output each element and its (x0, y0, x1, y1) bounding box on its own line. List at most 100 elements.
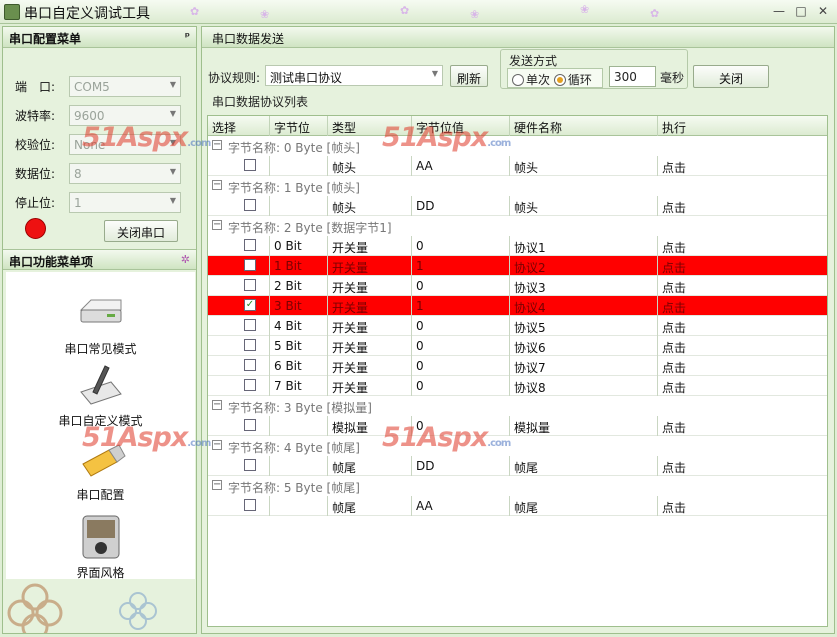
checkbox[interactable] (244, 379, 256, 391)
table-row[interactable]: 帧头 DD 帧头 点击 (208, 196, 827, 216)
left-panel: 串口配置菜单 ᵖ 端 口: COM5 ▼ 波特率: 9600 ▼ 校验位: None… (2, 26, 197, 637)
decorative-flowers (3, 579, 196, 637)
group-row[interactable]: − 字节名称: 2 Byte [数据字节1] (208, 216, 827, 236)
checkbox[interactable] (244, 199, 256, 211)
column-header-select[interactable]: 选择 (208, 116, 270, 136)
collapse-icon[interactable]: − (212, 480, 222, 490)
checkbox[interactable] (244, 239, 256, 251)
column-header-bit[interactable]: 字节位 (270, 116, 328, 136)
collapse-icon[interactable]: − (212, 220, 222, 230)
watermark-text: 51Aspx (382, 422, 488, 453)
collapse-icon[interactable]: − (212, 440, 222, 450)
butterfly-icon: ✿ (400, 4, 410, 17)
protocol-select[interactable]: 测试串口协议 ▼ (265, 65, 443, 86)
table-row[interactable]: 帧尾 AA 帧尾 点击 (208, 496, 827, 516)
group-row[interactable]: − 字节名称: 1 Byte [帧头] (208, 176, 827, 196)
watermark-suffix: .com (187, 138, 211, 149)
group-row[interactable]: − 字节名称: 4 Byte [帧尾] (208, 436, 827, 456)
table-row[interactable]: 6 Bit 开关量 0 协议7 点击 (208, 356, 827, 376)
minimize-button[interactable]: — (770, 3, 788, 19)
cell-execute[interactable]: 点击 (658, 336, 827, 356)
interval-input[interactable]: 300 (609, 66, 656, 87)
checkbox[interactable] (244, 259, 256, 271)
cell-type: 帧头 (328, 196, 412, 216)
cell-hardware-name: 协议4 (510, 296, 658, 316)
table-row[interactable]: 0 Bit 开关量 0 协议1 点击 (208, 236, 827, 256)
maximize-button[interactable]: □ (792, 3, 810, 19)
cell-type: 开关量 (328, 316, 412, 336)
checkbox[interactable] (244, 159, 256, 171)
cell-bit (270, 156, 328, 176)
table-row[interactable]: 2 Bit 开关量 0 协议3 点击 (208, 276, 827, 296)
cell-value: AA (412, 156, 510, 176)
databits-select[interactable]: 8 ▼ (69, 163, 181, 184)
menu-item-common-mode[interactable]: 串口常见模式 (6, 296, 195, 357)
stopbits-value: 1 (74, 196, 82, 210)
send-mode-title: 发送方式 (509, 54, 558, 68)
pin-icon[interactable]: ᵖ (185, 30, 190, 43)
table-row[interactable]: ✓ 3 Bit 开关量 1 协议4 点击 (208, 296, 827, 316)
close-send-button[interactable]: 关闭 (693, 65, 769, 88)
cell-execute[interactable]: 点击 (658, 316, 827, 336)
group-row[interactable]: − 字节名称: 5 Byte [帧尾] (208, 476, 827, 496)
cell-execute[interactable]: 点击 (658, 276, 827, 296)
column-header-execute[interactable]: 执行 (658, 116, 827, 136)
port-select[interactable]: COM5 ▼ (69, 76, 181, 97)
watermark-suffix: .com (487, 438, 511, 449)
watermark-suffix: .com (187, 438, 211, 449)
protocol-table: 选择 字节位 类型 字节位值 硬件名称 执行 − 字节名称: 0 Byte [帧头… (207, 115, 828, 627)
checkbox[interactable] (244, 499, 256, 511)
collapse-icon[interactable]: − (212, 400, 222, 410)
cell-value: 0 (412, 236, 510, 256)
table-row[interactable]: 帧头 AA 帧头 点击 (208, 156, 827, 176)
checkbox-checked[interactable]: ✓ (244, 299, 256, 311)
cell-execute[interactable]: 点击 (658, 416, 827, 436)
table-row[interactable]: 模拟量 0 模拟量 点击 (208, 416, 827, 436)
cell-select (208, 316, 270, 336)
stopbits-select[interactable]: 1 ▼ (69, 192, 181, 213)
cell-bit: 5 Bit (270, 336, 328, 356)
refresh-button[interactable]: 刷新 (450, 65, 488, 87)
cell-execute[interactable]: 点击 (658, 156, 827, 176)
checkbox[interactable] (244, 419, 256, 431)
single-mode-label: 单次 (526, 73, 551, 87)
table-header: 选择 字节位 类型 字节位值 硬件名称 执行 (208, 116, 827, 136)
cell-execute[interactable]: 点击 (658, 296, 827, 316)
watermark: 51Aspx.com (82, 422, 211, 453)
cell-type: 帧尾 (328, 496, 412, 516)
table-row[interactable]: 帧尾 DD 帧尾 点击 (208, 456, 827, 476)
close-button[interactable]: ✕ (814, 3, 832, 19)
menu-item-ui-style[interactable]: 界面风格 (6, 514, 195, 581)
checkbox[interactable] (244, 279, 256, 291)
cell-execute[interactable]: 点击 (658, 496, 827, 516)
group-row[interactable]: − 字节名称: 3 Byte [模拟量] (208, 396, 827, 416)
cell-execute[interactable]: 点击 (658, 356, 827, 376)
checkbox[interactable] (244, 459, 256, 471)
watermark-suffix: .com (487, 138, 511, 149)
table-row[interactable]: 7 Bit 开关量 0 协议8 点击 (208, 376, 827, 396)
table-row[interactable]: 4 Bit 开关量 0 协议5 点击 (208, 316, 827, 336)
group-row[interactable]: − 字节名称: 0 Byte [帧头] (208, 136, 827, 156)
table-row[interactable]: 1 Bit 开关量 1 协议2 点击 (208, 256, 827, 276)
table-row[interactable]: 5 Bit 开关量 0 协议6 点击 (208, 336, 827, 356)
column-header-hardware-name[interactable]: 硬件名称 (510, 116, 658, 136)
menu-item-custom-mode[interactable]: 串口自定义模式 (6, 364, 195, 429)
cell-type: 开关量 (328, 296, 412, 316)
chevron-down-icon: ▼ (169, 80, 176, 89)
cell-execute[interactable]: 点击 (658, 456, 827, 476)
close-port-button[interactable]: 关闭串口 (104, 220, 178, 242)
checkbox[interactable] (244, 319, 256, 331)
cell-type: 帧头 (328, 156, 412, 176)
cell-execute[interactable]: 点击 (658, 196, 827, 216)
collapse-icon[interactable]: − (212, 180, 222, 190)
function-menu-header: 串口功能菜单项 ✲ (3, 249, 196, 270)
single-mode-radio[interactable]: 单次 (512, 73, 550, 87)
collapse-icon[interactable]: − (212, 140, 222, 150)
cell-bit: 2 Bit (270, 276, 328, 296)
cell-execute[interactable]: 点击 (658, 376, 827, 396)
checkbox[interactable] (244, 339, 256, 351)
cell-execute[interactable]: 点击 (658, 256, 827, 276)
loop-mode-radio[interactable]: 循环 (553, 73, 592, 87)
cell-execute[interactable]: 点击 (658, 236, 827, 256)
checkbox[interactable] (244, 359, 256, 371)
